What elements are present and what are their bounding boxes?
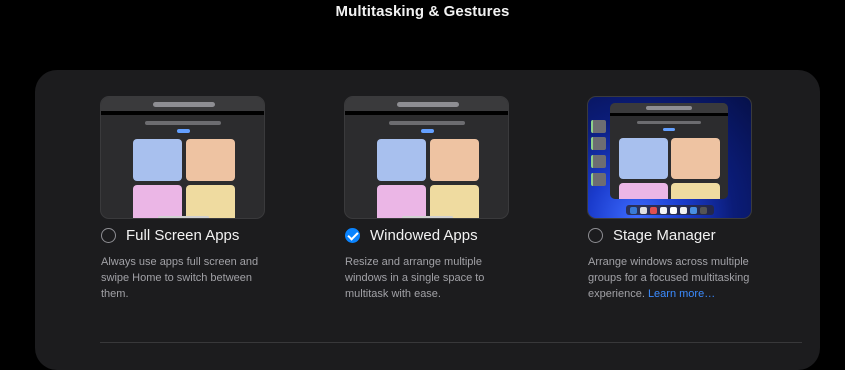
- preview-tile: [377, 139, 426, 181]
- preview-tile: [133, 185, 182, 218]
- preview-tile: [377, 185, 426, 218]
- radio-unchecked-icon[interactable]: [588, 228, 603, 243]
- option-stage-manager[interactable]: Stage Manager Arrange windows across mul…: [587, 96, 797, 300]
- page-title: Multitasking & Gestures: [335, 3, 510, 20]
- dock-app-icon: [670, 206, 677, 214]
- preview-tile: [671, 183, 720, 199]
- address-dot: [421, 129, 434, 133]
- preview-toolbar: [345, 97, 508, 111]
- section-divider: [100, 342, 802, 343]
- windowed-apps-preview[interactable]: [344, 96, 509, 219]
- side-window-thumb: [591, 173, 606, 186]
- stage-manager-radio-row[interactable]: Stage Manager: [588, 227, 716, 244]
- option-description: Resize and arrange multiple windows in a…: [345, 256, 485, 300]
- preview-tile: [619, 183, 668, 199]
- dock-app-icon: [630, 206, 637, 214]
- option-label[interactable]: Windowed Apps: [370, 227, 478, 244]
- option-full-screen-apps[interactable]: Full Screen Apps Always use apps full sc…: [100, 96, 310, 300]
- preview-bar: [345, 111, 508, 115]
- radio-unchecked-icon[interactable]: [101, 228, 116, 243]
- dock-app-icon: [660, 206, 667, 214]
- preview-toolbar: [101, 97, 264, 111]
- windowed-apps-radio-row[interactable]: Windowed Apps: [345, 227, 478, 244]
- option-description: Arrange windows across multiple groups f…: [588, 254, 763, 302]
- center-window: [610, 103, 728, 199]
- option-label[interactable]: Stage Manager: [613, 227, 716, 244]
- address-bar: [637, 121, 701, 124]
- address-bar: [145, 121, 221, 125]
- preview-tile: [619, 138, 668, 179]
- full-screen-apps-radio-row[interactable]: Full Screen Apps: [101, 227, 239, 244]
- preview-tile: [430, 139, 479, 181]
- preview-tile: [133, 139, 182, 181]
- preview-tile: [186, 139, 235, 181]
- option-windowed-apps[interactable]: Windowed Apps Resize and arrange multipl…: [344, 96, 554, 300]
- side-window-thumb: [591, 137, 606, 150]
- home-indicator: [402, 216, 453, 218]
- stage-manager-preview[interactable]: [587, 96, 752, 219]
- dock-app-icon: [700, 206, 707, 214]
- preview-tile: [186, 185, 235, 218]
- dock-app-icon: [680, 206, 687, 214]
- full-screen-apps-preview[interactable]: [100, 96, 265, 219]
- checkmark-icon[interactable]: [345, 228, 360, 243]
- toolbar-pill: [153, 102, 215, 107]
- preview-toolbar: [610, 103, 728, 113]
- dock: [626, 205, 714, 215]
- side-window-thumb: [591, 155, 606, 168]
- dock-app-icon: [640, 206, 647, 214]
- preview-bar: [101, 111, 264, 115]
- learn-more-link[interactable]: Learn more…: [648, 288, 715, 300]
- address-dot: [663, 128, 675, 131]
- toolbar-pill: [397, 102, 459, 107]
- toolbar-pill: [646, 106, 692, 110]
- dock-app-icon: [650, 206, 657, 214]
- address-dot: [177, 129, 190, 133]
- preview-tile: [671, 138, 720, 179]
- dock-app-icon: [690, 206, 697, 214]
- option-label[interactable]: Full Screen Apps: [126, 227, 239, 244]
- preview-tile: [430, 185, 479, 218]
- home-indicator: [158, 216, 209, 218]
- option-description: Always use apps full screen and swipe Ho…: [101, 256, 259, 300]
- side-window-thumb: [591, 120, 606, 133]
- preview-bar: [610, 113, 728, 116]
- address-bar: [389, 121, 465, 125]
